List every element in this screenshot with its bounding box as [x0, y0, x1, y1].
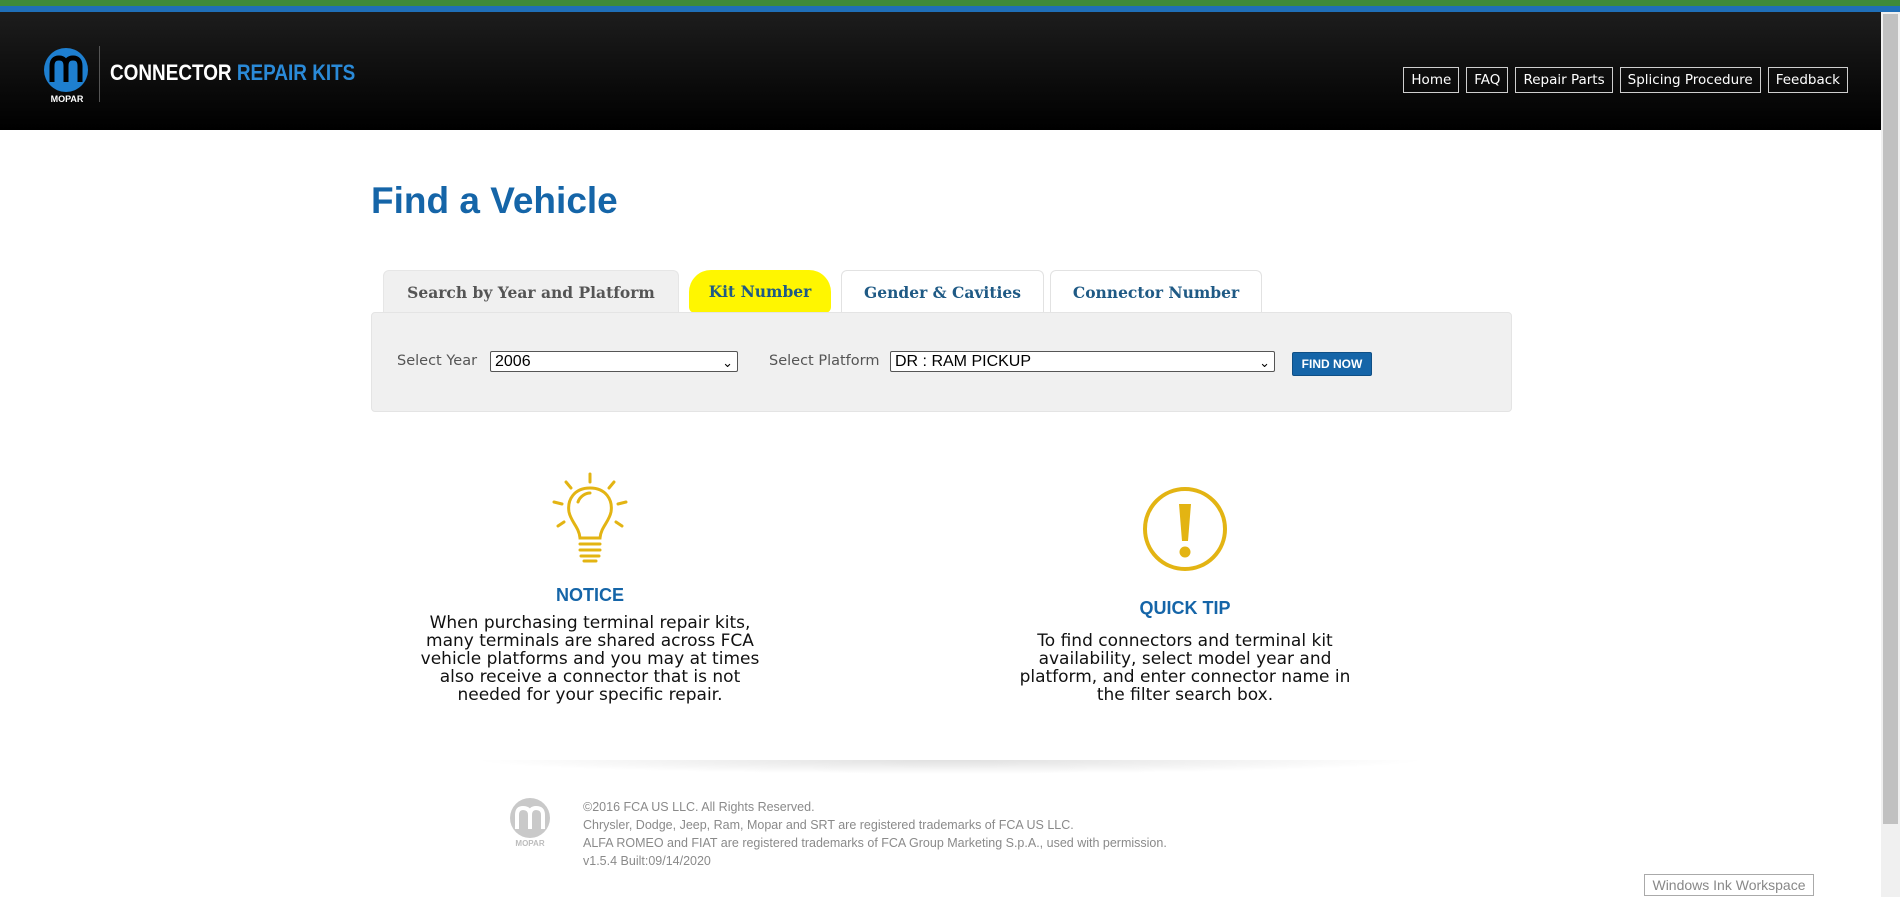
vertical-scrollbar[interactable]	[1881, 12, 1900, 897]
exclamation-circle-icon	[990, 486, 1380, 576]
notice-body: When purchasing terminal repair kits, ma…	[400, 614, 780, 704]
nav-faq-button[interactable]: FAQ	[1466, 67, 1509, 93]
footer-trademark-fiat: ALFA ROMEO and FIAT are registered trade…	[583, 836, 1167, 850]
footer-legal: ©2016 FCA US LLC. All Rights Reserved. C…	[583, 798, 1167, 870]
nav-splicing-procedure-button[interactable]: Splicing Procedure	[1619, 67, 1761, 93]
lightbulb-icon	[400, 472, 780, 568]
site-header: MOPAR CONNECTOR REPAIR KITS Home FAQ Rep…	[0, 12, 1881, 130]
footer-divider-shadow	[470, 760, 1430, 774]
top-nav: Home FAQ Repair Parts Splicing Procedure…	[1403, 67, 1848, 93]
nav-feedback-button[interactable]: Feedback	[1767, 67, 1848, 93]
footer-copyright: ©2016 FCA US LLC. All Rights Reserved.	[583, 800, 815, 814]
footer-trademark-fca: Chrysler, Dodge, Jeep, Ram, Mopar and SR…	[583, 818, 1074, 832]
footer-version: v1.5.4 Built:09/14/2020	[583, 854, 711, 868]
year-label: Select Year	[397, 353, 478, 369]
page-title: Find a Vehicle	[371, 180, 618, 221]
quick-tip-line: platform, and enter connector name in	[1019, 667, 1351, 687]
quick-tip-body: To find connectors and terminal kit avai…	[990, 632, 1380, 704]
brand-word-connector: CONNECTOR	[110, 60, 232, 85]
chevron-down-icon: ⌄	[722, 355, 733, 370]
find-now-button[interactable]: FIND NOW	[1292, 352, 1372, 376]
brand-word-repair-kits: REPAIR KITS	[236, 60, 356, 85]
quick-tip-line: the filter search box.	[1096, 685, 1274, 705]
mopar-logo[interactable]: MOPAR	[40, 46, 95, 104]
year-select[interactable]: 2006 ⌄	[490, 351, 738, 372]
logo-divider	[99, 46, 100, 102]
platform-label: Select Platform	[769, 353, 880, 369]
notice-line: needed for your specific repair.	[457, 685, 723, 705]
platform-select-value: DR : RAM PICKUP	[895, 353, 1032, 370]
tab-search-by-year-platform[interactable]: Search by Year and Platform	[383, 270, 679, 313]
nav-home-button[interactable]: Home	[1403, 67, 1460, 93]
search-panel: Select Year 2006 ⌄ Select Platform DR : …	[371, 312, 1512, 412]
top-color-stripe	[0, 0, 1900, 12]
platform-select[interactable]: DR : RAM PICKUP ⌄	[890, 351, 1275, 372]
notice-line: also receive a connector that is not	[439, 667, 741, 687]
tab-connector-number[interactable]: Connector Number	[1050, 270, 1262, 313]
notice-line: When purchasing terminal repair kits,	[429, 613, 751, 633]
notice-title: NOTICE	[555, 585, 624, 605]
quick-tip-line: To find connectors and terminal kit	[1037, 631, 1333, 651]
notice-line: vehicle platforms and you may at times	[420, 649, 760, 669]
tab-kit-number[interactable]: Kit Number	[689, 270, 831, 313]
brand-title: CONNECTOR REPAIR KITS	[110, 60, 355, 86]
footer-logo-text: MOPAR	[515, 839, 544, 848]
scrollbar-thumb[interactable]	[1883, 14, 1898, 824]
quick-tip-line: availability, select model year and	[1038, 649, 1332, 669]
quick-tip-card: QUICK TIP To find connectors and termina…	[990, 486, 1380, 704]
windows-ink-workspace-badge[interactable]: Windows Ink Workspace	[1644, 874, 1814, 896]
nav-repair-parts-button[interactable]: Repair Parts	[1515, 67, 1613, 93]
notice-line: many terminals are shared across FCA	[426, 631, 754, 651]
chevron-down-icon: ⌄	[1259, 355, 1270, 370]
logo-text: MOPAR	[51, 94, 84, 104]
notice-card: NOTICE When purchasing terminal repair k…	[400, 472, 780, 704]
footer-mopar-logo: MOPAR	[505, 796, 555, 848]
tab-gender-cavities[interactable]: Gender & Cavities	[841, 270, 1044, 313]
year-select-value: 2006	[495, 353, 531, 370]
quick-tip-title: QUICK TIP	[1139, 598, 1231, 618]
